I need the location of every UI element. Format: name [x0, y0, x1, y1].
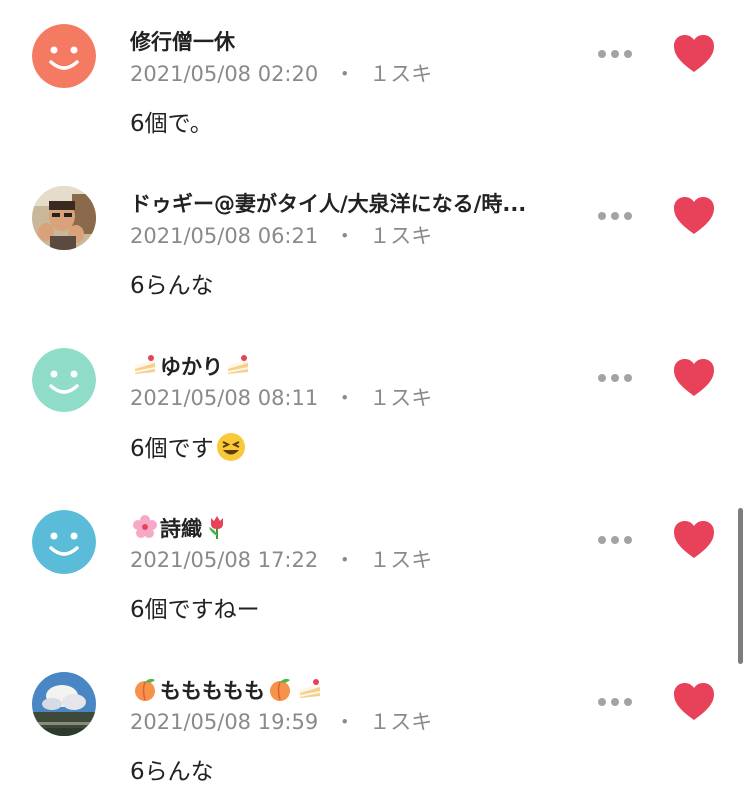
more-options-icon[interactable] [598, 368, 632, 388]
scrollbar-thumb[interactable] [738, 508, 743, 664]
comment-item: 詩織 2021/05/08 17:22 ・ １スキ 6個ですねー [0, 486, 750, 648]
like-count[interactable]: １スキ [369, 710, 432, 734]
meta-separator: ・ [334, 224, 356, 248]
peach-emoji-icon [132, 676, 158, 702]
commenter-name[interactable]: ドゥギー@妻がタイ人/大泉洋になる/時... [130, 190, 526, 218]
commenter-name[interactable]: 詩織 [130, 514, 232, 543]
comment-timestamp: 2021/05/08 06:21 [130, 224, 319, 248]
heart-icon[interactable] [672, 682, 716, 722]
photo-avatar[interactable] [32, 186, 96, 250]
comment-meta: 2021/05/08 06:21 ・ １スキ [130, 222, 432, 250]
comment-timestamp: 2021/05/08 08:11 [130, 386, 319, 410]
comment-timestamp: 2021/05/08 19:59 [130, 710, 319, 734]
tulip-emoji-icon [204, 514, 230, 540]
comment-text: 6個です [130, 432, 248, 465]
comment-timestamp: 2021/05/08 17:22 [130, 548, 319, 572]
cake-emoji-icon [132, 352, 158, 378]
heart-icon[interactable] [672, 34, 716, 74]
meta-separator: ・ [334, 710, 356, 734]
smiley-avatar[interactable] [32, 510, 96, 574]
more-options-icon[interactable] [598, 692, 632, 712]
meta-separator: ・ [334, 62, 356, 86]
meta-separator: ・ [334, 386, 356, 410]
more-options-icon[interactable] [598, 44, 632, 64]
commenter-name[interactable]: ゆかり [130, 352, 253, 381]
like-count[interactable]: １スキ [369, 548, 432, 572]
meta-separator: ・ [334, 548, 356, 572]
commenter-name-text: 詩織 [160, 517, 202, 541]
commenter-name-text: ゆかり [160, 355, 223, 379]
comment-item: 修行僧一休 2021/05/08 02:20 ・ １スキ 6個で。 [0, 0, 750, 162]
comment-item: ゆかり 2021/05/08 08:11 ・ １スキ 6個です [0, 324, 750, 486]
comment-timestamp: 2021/05/08 02:20 [130, 62, 319, 86]
comment-text: 6らんな [130, 759, 214, 785]
comment-item: ドゥギー@妻がタイ人/大泉洋になる/時... 2021/05/08 06:21 ・… [0, 162, 750, 324]
commenter-name[interactable]: 修行僧一休 [130, 28, 235, 56]
heart-icon[interactable] [672, 520, 716, 560]
smiley-avatar[interactable] [32, 24, 96, 88]
photo-avatar[interactable] [32, 672, 96, 736]
like-count[interactable]: １スキ [369, 386, 432, 410]
grinning-squint-emoji-icon [216, 432, 246, 462]
commenter-name-text: ももももも [160, 679, 265, 703]
cherry-blossom-emoji-icon [132, 514, 158, 540]
like-count[interactable]: １スキ [369, 62, 432, 86]
cake-emoji-icon [297, 676, 323, 702]
smiley-avatar[interactable] [32, 348, 96, 412]
cake-emoji-icon [225, 352, 251, 378]
heart-icon[interactable] [672, 358, 716, 398]
comment-text-content: 6個です [130, 436, 214, 462]
comment-item: ももももも 2021/05/08 19:59 ・ １スキ 6らんな [0, 648, 750, 810]
more-options-icon[interactable] [598, 206, 632, 226]
comment-meta: 2021/05/08 19:59 ・ １スキ [130, 708, 432, 736]
comment-meta: 2021/05/08 08:11 ・ １スキ [130, 384, 432, 412]
comment-text: 6個で。 [130, 111, 213, 137]
more-options-icon[interactable] [598, 530, 632, 550]
comment-meta: 2021/05/08 17:22 ・ １スキ [130, 546, 432, 574]
peach-emoji-icon [267, 676, 293, 702]
comment-text: 6個ですねー [130, 597, 260, 623]
like-count[interactable]: １スキ [369, 224, 432, 248]
comment-meta: 2021/05/08 02:20 ・ １スキ [130, 60, 432, 88]
heart-icon[interactable] [672, 196, 716, 236]
commenter-name[interactable]: ももももも [130, 676, 325, 705]
comment-text: 6らんな [130, 273, 214, 299]
